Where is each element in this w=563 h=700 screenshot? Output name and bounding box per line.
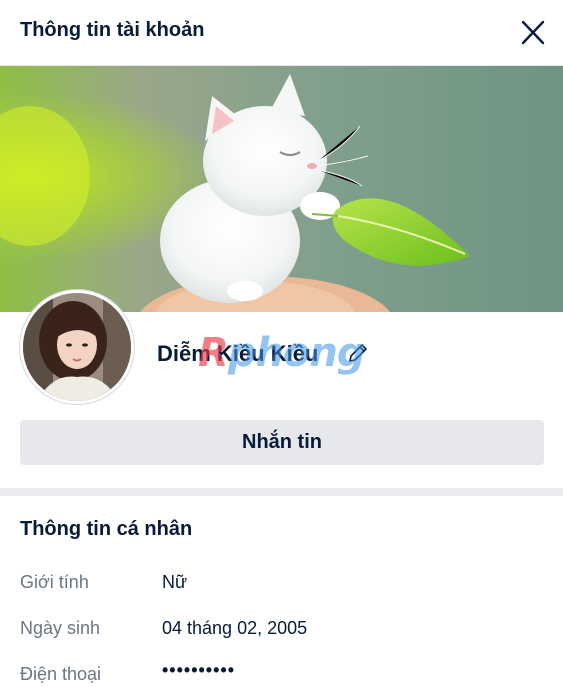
close-button[interactable] (516, 16, 550, 50)
section-divider (0, 488, 563, 496)
message-button[interactable]: Nhắn tin (20, 420, 544, 465)
edit-name-button[interactable] (346, 341, 370, 365)
close-icon (521, 20, 545, 45)
personal-info-title: Thông tin cá nhân (20, 518, 193, 540)
profile-name: Diễm Kiều Kiều (157, 341, 319, 366)
info-row-phone: Điện thoại •••••••••• (0, 660, 563, 690)
info-value: 04 tháng 02, 2005 (162, 618, 308, 638)
page-title: Thông tin tài khoản (20, 19, 205, 41)
info-value: •••••••••• (162, 660, 236, 680)
header: Thông tin tài khoản (0, 0, 563, 66)
info-value: Nữ (162, 572, 188, 592)
avatar[interactable] (20, 290, 134, 404)
pencil-icon (349, 344, 367, 362)
info-row-birthday: Ngày sinh 04 tháng 02, 2005 (0, 614, 563, 644)
info-label: Giới tính (20, 572, 89, 592)
cover-image[interactable] (0, 66, 563, 312)
info-label: Ngày sinh (20, 618, 101, 638)
info-label: Điện thoại (20, 664, 102, 684)
info-row-gender: Giới tính Nữ (0, 568, 563, 598)
